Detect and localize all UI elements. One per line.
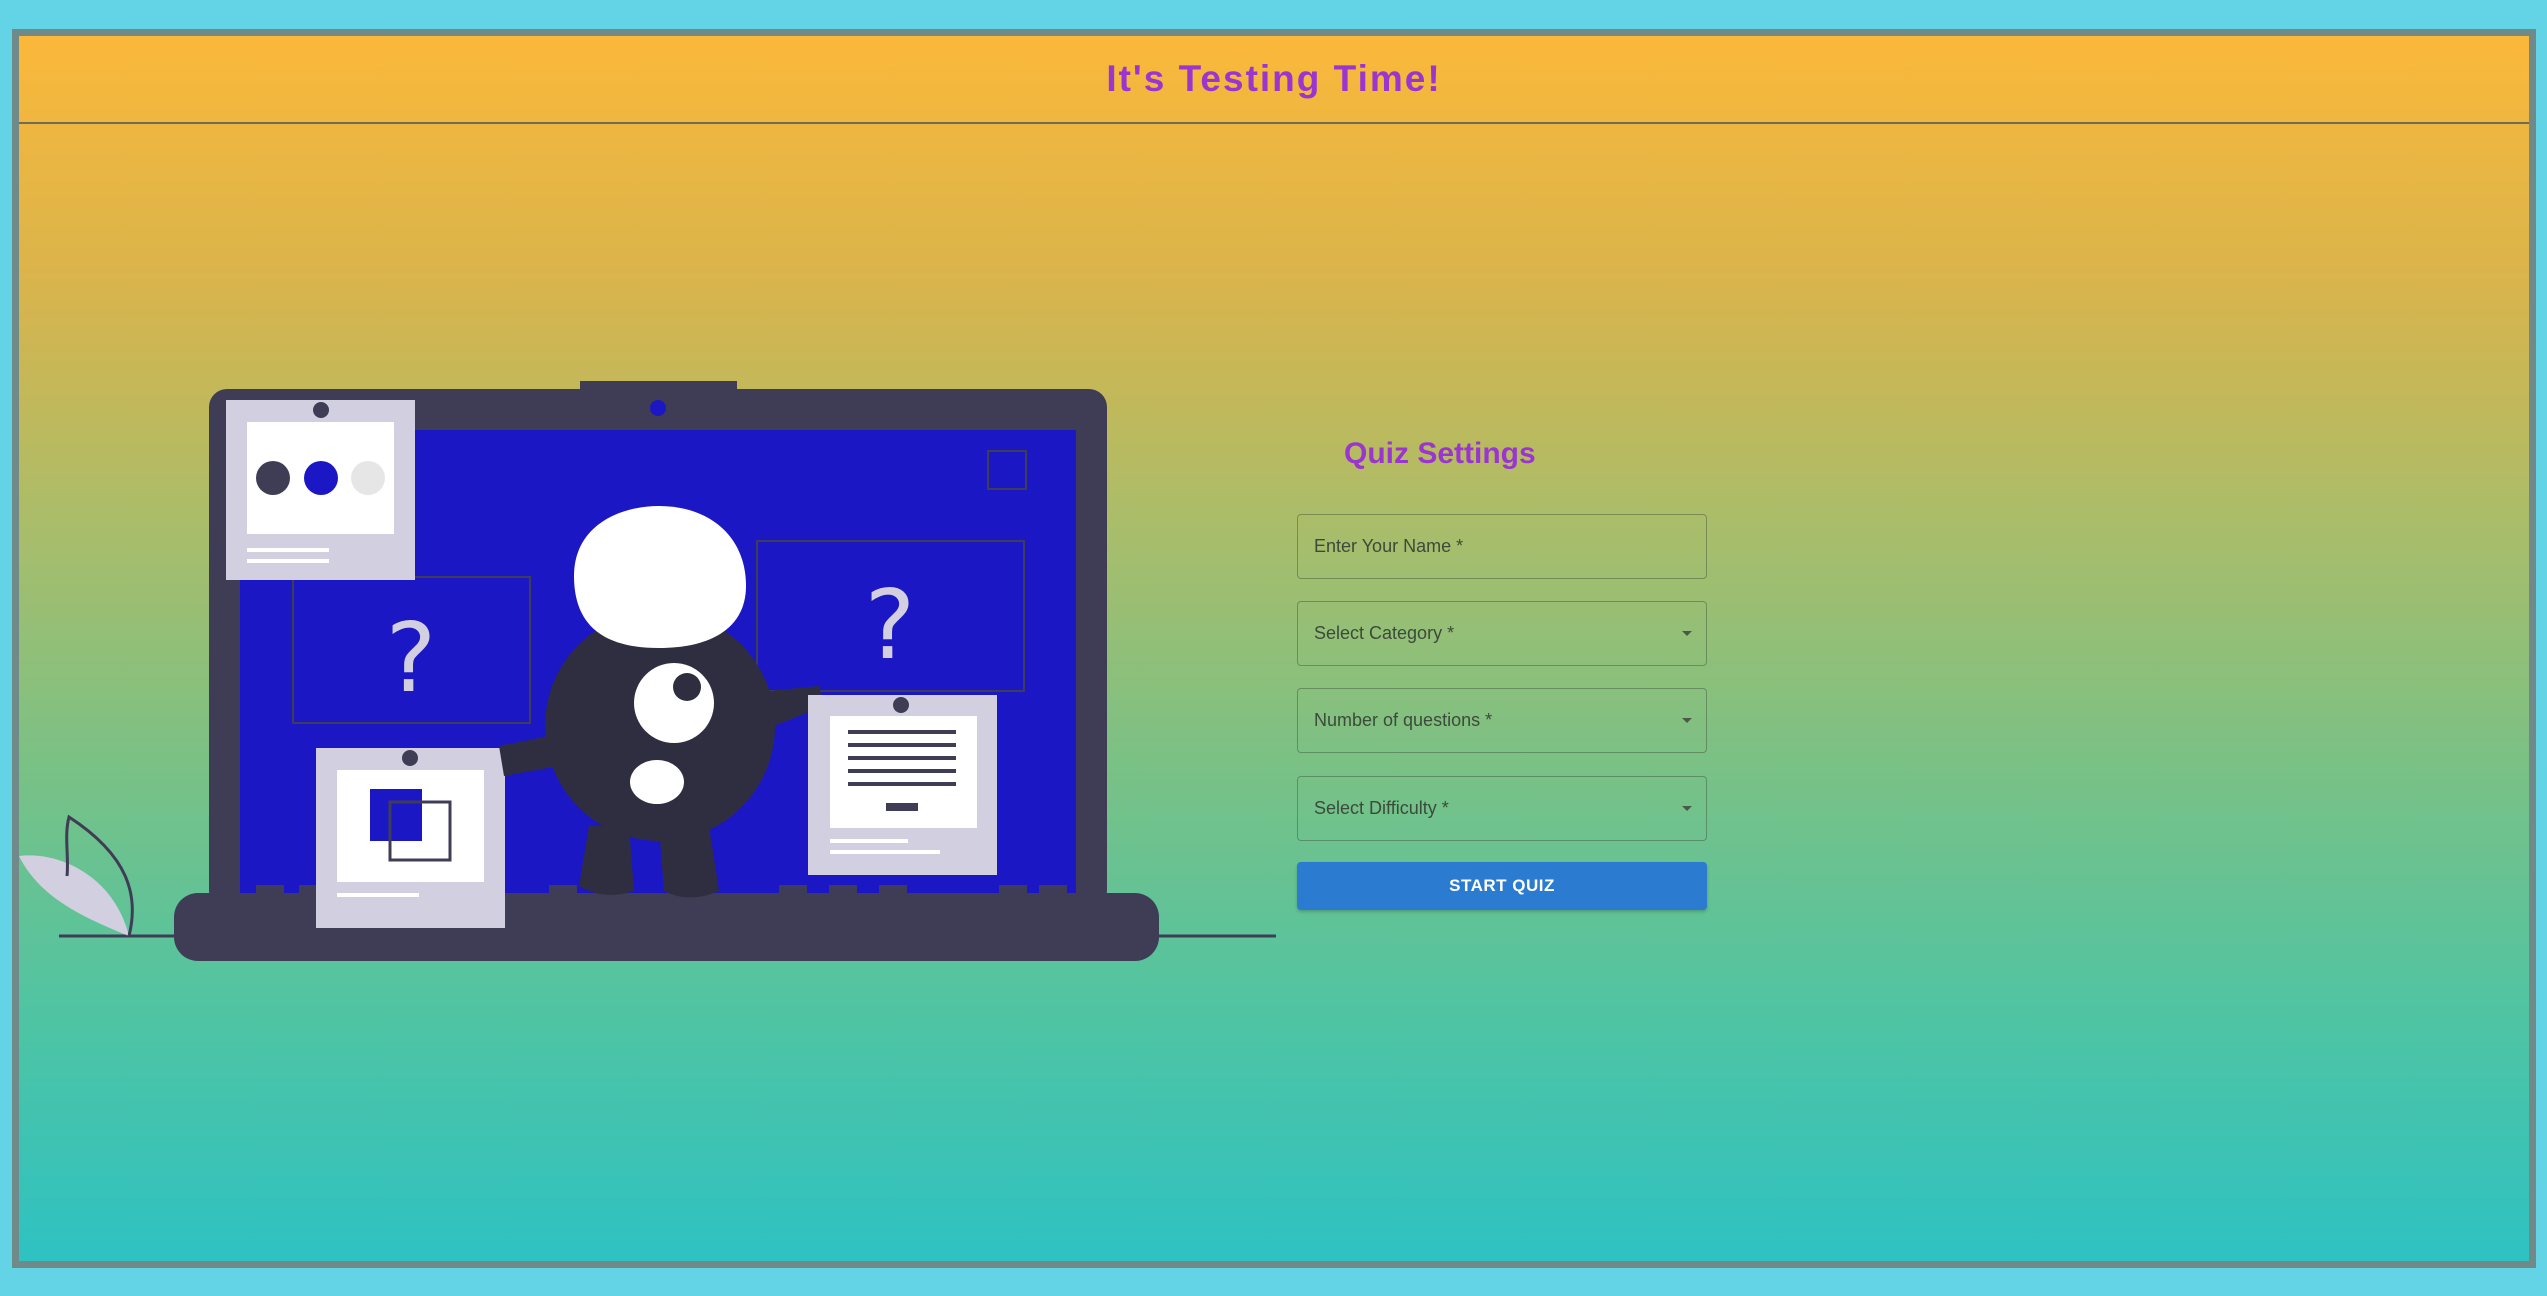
quiz-illustration: ? ? <box>19 381 1276 961</box>
chevron-down-icon <box>1682 718 1692 723</box>
card-dots <box>226 400 415 580</box>
questions-select[interactable]: Number of questions * <box>1297 688 1707 753</box>
laptop-camera <box>650 400 666 416</box>
questions-select-label: Number of questions * <box>1314 710 1493 730</box>
difficulty-select-label: Select Difficulty * <box>1314 798 1449 818</box>
chevron-down-icon <box>1682 806 1692 811</box>
category-select[interactable]: Select Category * <box>1297 601 1707 666</box>
card-squares <box>316 748 505 928</box>
name-input-placeholder: Enter Your Name * <box>1314 536 1464 556</box>
difficulty-select[interactable]: Select Difficulty * <box>1297 776 1707 841</box>
start-quiz-button[interactable]: START QUIZ <box>1297 862 1707 910</box>
quiz-settings-title: Quiz Settings <box>1344 437 1536 470</box>
laptop-camera-bar <box>580 381 737 393</box>
question-mark-left: ? <box>386 604 436 714</box>
plant-icon <box>19 814 134 937</box>
card-lines <box>808 695 997 875</box>
chevron-down-icon <box>1682 631 1692 636</box>
category-select-label: Select Category * <box>1314 623 1455 643</box>
app-frame: It's Testing Time! ? ? Quiz Settings Ent… <box>12 29 2536 1268</box>
name-input[interactable]: Enter Your Name * <box>1297 514 1707 579</box>
question-mark-right: ? <box>865 571 915 681</box>
